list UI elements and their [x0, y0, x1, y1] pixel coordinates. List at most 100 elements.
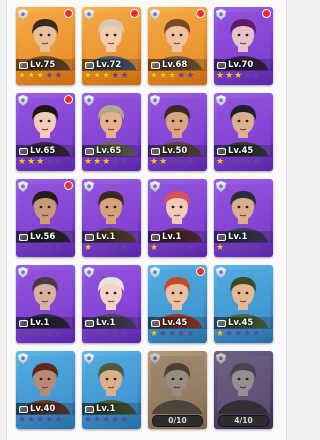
- class-icon: [85, 405, 94, 413]
- level-badge: Lv.65: [85, 146, 121, 156]
- level-badge: Lv.1: [217, 232, 247, 242]
- star-rating: ★ ★ ★ ★ ★: [84, 415, 139, 426]
- star-rating: ★ ★ ★ ★ ★: [150, 243, 205, 254]
- star-icon: ★: [177, 243, 186, 253]
- notification-dot: [64, 95, 73, 104]
- hero-card[interactable]: Lv.45 ★ ★ ★ ★ ★: [214, 93, 273, 171]
- star-icon: ★: [18, 157, 27, 167]
- hero-card[interactable]: Lv.1 ★ ★ ★ ★ ★: [82, 179, 141, 257]
- star-rating: ★ ★ ★ ★ ★: [216, 329, 271, 340]
- star-icon: ★: [93, 71, 102, 81]
- star-icon: ★: [18, 415, 27, 425]
- star-icon: ★: [54, 71, 63, 81]
- level-text: Lv.45: [228, 318, 254, 328]
- level-badge: Lv.1: [85, 318, 115, 328]
- hero-card[interactable]: Lv.40 ★ ★ ★ ★ ★: [16, 351, 75, 429]
- class-icon: [85, 319, 94, 327]
- level-badge: Lv.70: [217, 60, 253, 70]
- level-badge: Lv.45: [151, 318, 187, 328]
- star-icon: ★: [84, 157, 93, 167]
- star-icon: ★: [27, 71, 36, 81]
- hero-card[interactable]: Lv.65 ★ ★ ★ ★ ★: [82, 93, 141, 171]
- star-icon: ★: [186, 157, 195, 167]
- star-icon: ★: [186, 71, 195, 81]
- star-icon: ★: [225, 243, 234, 253]
- star-icon: ★: [93, 157, 102, 167]
- star-icon: ★: [102, 243, 111, 253]
- star-icon: ★: [168, 157, 177, 167]
- class-icon: [151, 147, 160, 155]
- star-rating: ★ ★ ★ ★ ★: [18, 329, 73, 340]
- star-icon: ★: [150, 329, 159, 339]
- star-icon: ★: [93, 329, 102, 339]
- star-rating: ★ ★ ★ ★ ★: [216, 71, 271, 82]
- hero-card[interactable]: Lv.1 ★ ★ ★ ★ ★: [82, 351, 141, 429]
- level-badge: Lv.65: [19, 146, 55, 156]
- star-icon: ★: [84, 329, 93, 339]
- star-icon: ★: [120, 157, 129, 167]
- star-icon: ★: [234, 329, 243, 339]
- hero-card[interactable]: Lv.45 ★ ★ ★ ★ ★: [214, 265, 273, 343]
- notification-dot: [196, 267, 205, 276]
- star-icon: ★: [234, 157, 243, 167]
- level-badge: Lv.45: [217, 318, 253, 328]
- hero-card[interactable]: 4/10: [214, 351, 273, 429]
- notification-dot: [64, 9, 73, 18]
- star-icon: ★: [216, 71, 225, 81]
- star-icon: ★: [27, 157, 36, 167]
- hero-grid: Lv.75 ★ ★ ★ ★ ★ Lv.72 ★ ★ ★ ★ ★ Lv.68 ★ ★ ★ ★ ★: [16, 7, 273, 429]
- star-icon: ★: [150, 157, 159, 167]
- star-icon: ★: [84, 71, 93, 81]
- level-text: Lv.50: [162, 146, 188, 156]
- hero-card[interactable]: Lv.68 ★ ★ ★ ★ ★: [148, 7, 207, 85]
- class-icon: [217, 319, 226, 327]
- star-icon: ★: [216, 157, 225, 167]
- star-icon: ★: [54, 157, 63, 167]
- hero-card[interactable]: Lv.72 ★ ★ ★ ★ ★: [82, 7, 141, 85]
- level-text: Lv.1: [228, 232, 248, 242]
- star-icon: ★: [111, 157, 120, 167]
- class-icon: [19, 233, 28, 241]
- hero-card[interactable]: Lv.70 ★ ★ ★ ★ ★: [214, 7, 273, 85]
- hero-card[interactable]: 0/10: [148, 351, 207, 429]
- star-icon: ★: [216, 243, 225, 253]
- notification-dot: [262, 9, 271, 18]
- hero-card[interactable]: Lv.75 ★ ★ ★ ★ ★: [16, 7, 75, 85]
- star-icon: ★: [120, 243, 129, 253]
- star-icon: ★: [84, 243, 93, 253]
- star-icon: ★: [102, 157, 111, 167]
- hero-card[interactable]: Lv.1 ★ ★ ★ ★ ★: [148, 179, 207, 257]
- star-icon: ★: [111, 71, 120, 81]
- hero-card[interactable]: Lv.1 ★ ★ ★ ★ ★: [16, 265, 75, 343]
- star-icon: ★: [177, 329, 186, 339]
- hero-portrait: [151, 356, 204, 414]
- hero-card[interactable]: Lv.1 ★ ★ ★ ★ ★: [82, 265, 141, 343]
- class-icon: [19, 147, 28, 155]
- star-icon: ★: [102, 71, 111, 81]
- level-badge: Lv.50: [151, 146, 187, 156]
- star-icon: ★: [111, 329, 120, 339]
- star-icon: ★: [93, 415, 102, 425]
- hero-card[interactable]: Lv.65 ★ ★ ★ ★ ★: [16, 93, 75, 171]
- star-icon: ★: [36, 243, 45, 253]
- class-icon: [19, 319, 28, 327]
- star-icon: ★: [120, 415, 129, 425]
- level-text: Lv.68: [162, 60, 188, 70]
- star-icon: ★: [159, 157, 168, 167]
- hero-card[interactable]: Lv.50 ★ ★ ★ ★ ★: [148, 93, 207, 171]
- star-rating: ★ ★ ★ ★ ★: [150, 157, 205, 168]
- star-rating: ★ ★ ★ ★ ★: [84, 329, 139, 340]
- star-icon: ★: [186, 329, 195, 339]
- hero-card[interactable]: Lv.1 ★ ★ ★ ★ ★: [214, 179, 273, 257]
- star-icon: ★: [252, 157, 261, 167]
- star-icon: ★: [54, 329, 63, 339]
- hero-card[interactable]: Lv.56 ★ ★ ★ ★ ★: [16, 179, 75, 257]
- level-text: Lv.65: [96, 146, 122, 156]
- star-icon: ★: [102, 329, 111, 339]
- star-rating: ★ ★ ★ ★ ★: [216, 243, 271, 254]
- star-icon: ★: [45, 157, 54, 167]
- star-icon: ★: [159, 243, 168, 253]
- level-badge: Lv.1: [85, 232, 115, 242]
- star-rating: ★ ★ ★ ★ ★: [18, 157, 73, 168]
- hero-card[interactable]: Lv.45 ★ ★ ★ ★ ★: [148, 265, 207, 343]
